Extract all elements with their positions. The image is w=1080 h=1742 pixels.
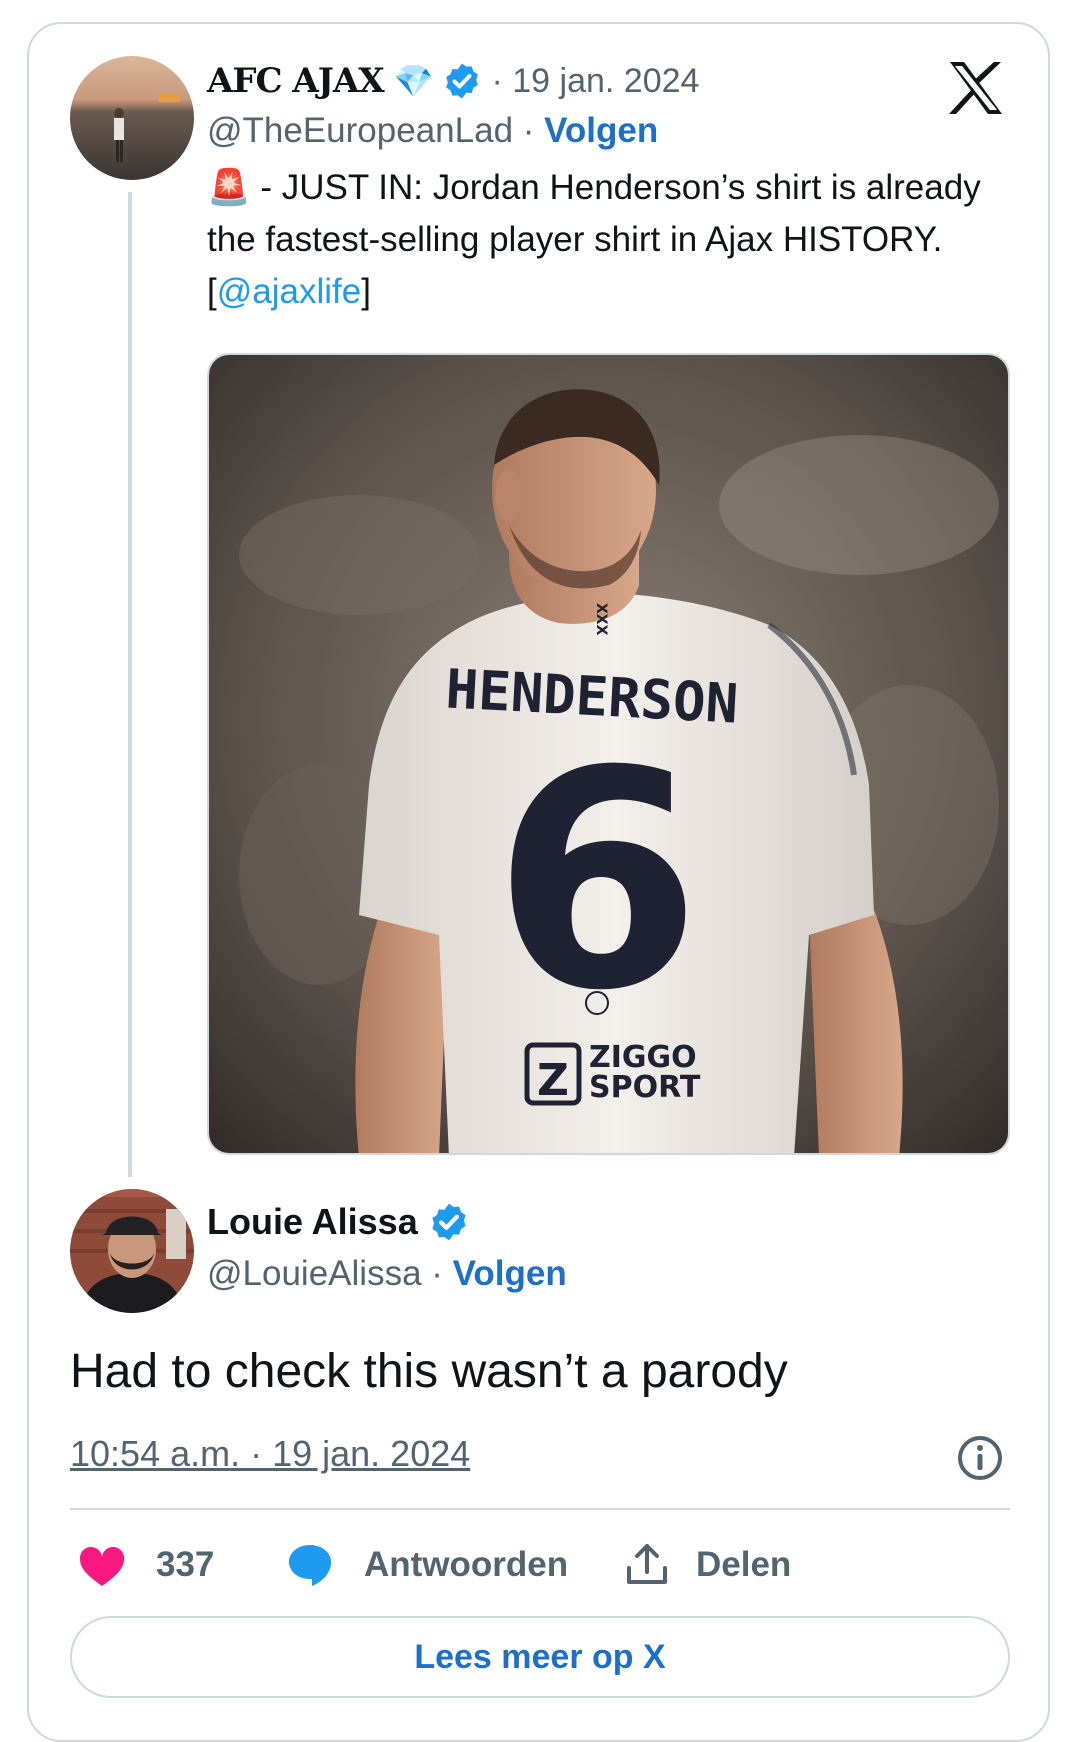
reply-text: Had to check this wasn’t a parody [70,1345,788,1398]
verified-badge-icon [442,61,482,101]
read-more-button[interactable]: Lees meer op X [70,1616,1010,1698]
sponsor-line2: SPORT [589,1070,701,1105]
author-name[interactable]: AFC AJAX [207,61,385,101]
tweet-text-part2: ] [361,272,371,311]
share-action[interactable]: Delen [624,1540,791,1590]
share-icon [624,1542,670,1588]
follow-button[interactable]: Volgen [544,111,658,150]
x-logo-icon[interactable] [946,60,1006,116]
mention-link[interactable]: @ajaxlife [217,272,361,311]
heart-icon [78,1543,126,1587]
verified-badge-icon [428,1201,470,1243]
handle-separator: · [421,1254,453,1293]
divider [70,1508,1010,1510]
reply-author-handle[interactable]: @LouieAlissa [207,1254,422,1293]
like-action[interactable]: 337 [78,1540,214,1590]
reply-author-name[interactable]: Louie Alissa [207,1201,418,1243]
author-handle[interactable]: @TheEuropeanLad [207,111,513,150]
handle-separator: · [513,111,545,150]
tweet-date[interactable]: · 19 jan. 2024 [492,62,700,101]
reply-label: Antwoorden [364,1545,569,1584]
thread-connector-line [128,192,132,1177]
sponsor-mark: Z [537,1055,569,1106]
tweet-media-image[interactable]: XXX HENDERSON 6 Z ZIGGO SPORT [207,353,1010,1155]
avatar-louie-alissa[interactable] [70,1189,194,1313]
shirt-number-text: 6 [493,707,702,1056]
follow-button[interactable]: Volgen [453,1254,567,1293]
share-label: Delen [696,1545,792,1584]
like-count: 337 [156,1545,215,1584]
reply-action[interactable]: Antwoorden [286,1540,568,1590]
reply-bubble-icon [286,1541,334,1589]
collar-text: XXX [593,603,609,636]
siren-emoji-icon: 🚨 [207,168,251,207]
reply-timestamp[interactable]: 10:54 a.m. · 19 jan. 2024 [70,1433,470,1475]
info-icon[interactable] [956,1434,1004,1482]
tweet-text: 🚨 - JUST IN: Jordan Henderson’s shirt is… [207,162,1007,318]
gem-emoji-icon: 💎 [393,63,434,99]
avatar-afc-ajax[interactable] [70,56,194,180]
